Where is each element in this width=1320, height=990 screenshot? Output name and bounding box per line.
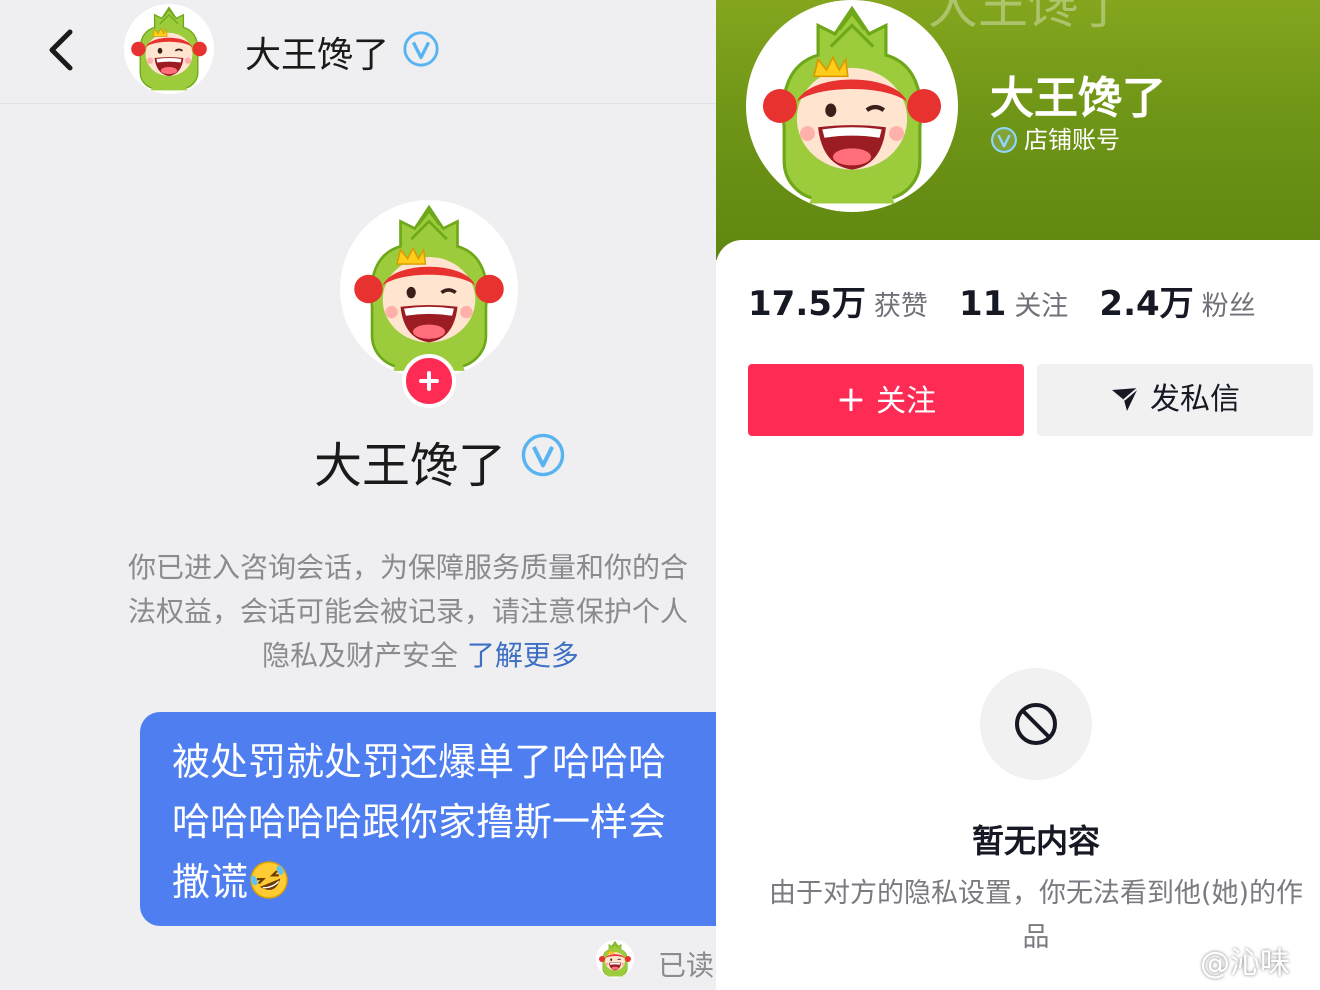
watermark: @沁味	[1156, 938, 1290, 982]
stat-following[interactable]: 11 关注	[959, 284, 1068, 324]
verified-icon	[403, 31, 439, 67]
notice-line: 法权益，会话可能会被记录，请注意保护个人	[128, 595, 689, 628]
message-text: 撒谎	[172, 860, 249, 904]
profile-stats: 17.5万 获赞 11 关注 2.4万 粉丝	[748, 276, 1282, 325]
stat-followers[interactable]: 2.4万 粉丝	[1099, 276, 1255, 325]
chat-header: 大王馋了	[0, 0, 716, 104]
mascot-avatar-image	[352, 205, 506, 373]
follow-plus-icon[interactable]	[402, 354, 456, 408]
profile-avatar[interactable]	[746, 0, 958, 212]
profile-screen: 大王馋了 大王馋了 店铺账号 17.5万 获赞 11 关注 2.4万 粉丝 + 关注 发…	[716, 0, 1320, 990]
account-type-label: 店铺账号	[1024, 126, 1120, 154]
chat-header-name[interactable]: 大王馋了	[245, 26, 389, 78]
chevron-left-icon[interactable]	[38, 24, 86, 76]
message-button-label: 发私信	[1150, 382, 1240, 417]
empty-state-badge	[980, 668, 1092, 780]
verified-icon	[991, 127, 1017, 153]
avatar	[596, 940, 634, 978]
stat-label: 粉丝	[1201, 291, 1256, 322]
stat-label: 关注	[1014, 291, 1069, 322]
plus-icon: +	[835, 379, 867, 420]
follow-button-label: 关注	[876, 384, 937, 419]
stat-value: 2.4万	[1099, 284, 1194, 324]
read-status: 已读	[658, 949, 715, 982]
verified-icon	[521, 433, 565, 477]
notice-line: 隐私及财产安全 了解更多	[128, 634, 716, 678]
chat-screen: 大王馋了 大王馋了 你已进入咨询会话，为保障服务质量和你的合 法权益，会话可能会…	[0, 0, 716, 990]
send-icon	[1112, 387, 1139, 411]
notice-line: 你已进入咨询会话，为保障服务质量和你的合	[128, 551, 689, 584]
prohibited-icon	[1015, 703, 1057, 745]
mascot-avatar-image	[598, 941, 632, 977]
message-bubble[interactable]: 被处罚就处罚还爆单了哈哈哈 哈哈哈哈哈跟你家撸斯一样会 撒谎	[140, 712, 716, 926]
message-line: 哈哈哈哈哈跟你家撸斯一样会	[172, 800, 667, 844]
message-line: 撒谎	[172, 852, 716, 912]
notice-text: 隐私及财产安全	[262, 639, 459, 672]
banner-text: 大王馋了	[928, 0, 1128, 35]
stat-likes[interactable]: 17.5万 获赞	[748, 276, 928, 325]
account-type: 店铺账号	[990, 120, 1120, 155]
watermark-text: @沁味	[1200, 946, 1290, 981]
avatar[interactable]	[124, 4, 214, 94]
stat-value: 17.5万	[748, 284, 866, 324]
message-button[interactable]: 发私信	[1037, 364, 1313, 436]
weibo-icon	[1157, 947, 1196, 978]
stat-value: 11	[958, 284, 1007, 324]
profile-avatar[interactable]	[340, 200, 518, 378]
consultation-notice: 你已进入咨询会话，为保障服务质量和你的合 法权益，会话可能会被记录，请注意保护个…	[128, 546, 716, 678]
profile-name: 大王馋了	[990, 73, 1166, 124]
laughing-emoji-icon	[250, 861, 288, 899]
empty-state-title: 暂无内容	[971, 822, 1100, 860]
mascot-avatar-image	[746, 0, 958, 212]
stat-label: 获赞	[873, 291, 928, 322]
learn-more-link[interactable]: 了解更多	[467, 639, 579, 672]
mascot-avatar-image	[130, 6, 208, 92]
follow-button[interactable]: + 关注	[748, 364, 1024, 436]
profile-name: 大王馋了	[314, 438, 507, 494]
message-line: 被处罚就处罚还爆单了哈哈哈	[172, 740, 667, 784]
